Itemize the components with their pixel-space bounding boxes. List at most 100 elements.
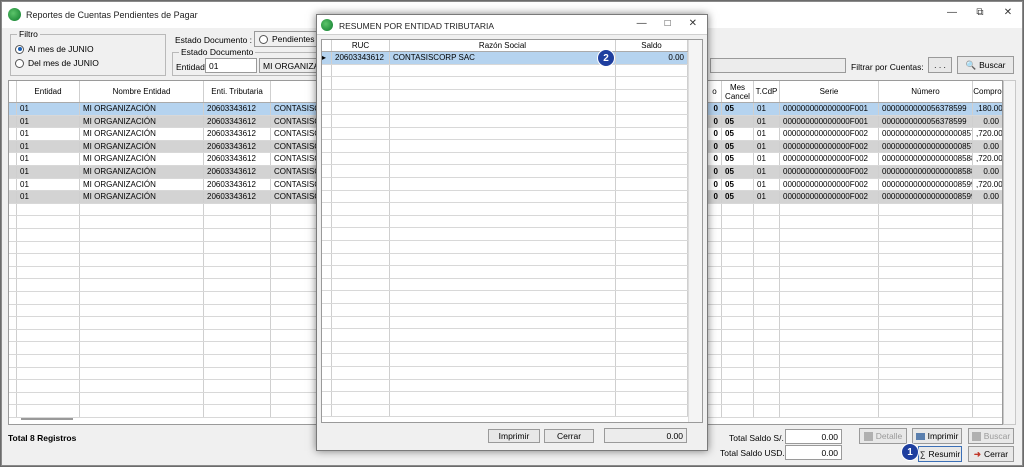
table-row[interactable]: 01MI ORGANIZACIÓN20603343612CONTASISCO [9, 140, 318, 154]
col-compro[interactable]: Compro [973, 81, 1002, 102]
entidad-name-input[interactable]: MI ORGANIZAC [259, 58, 321, 73]
col-razon[interactable] [271, 81, 318, 102]
table-cell: MI ORGANIZACIÓN [80, 166, 204, 178]
empty-row [322, 178, 688, 191]
table-row[interactable]: 0 05 01 000000000000000F001 0000000000056378… [708, 115, 1002, 129]
table-cell: 01 [754, 103, 780, 115]
empty-cell [322, 178, 332, 190]
empty-cell [322, 115, 332, 127]
modal-imprimir-button[interactable]: Imprimir [488, 429, 540, 443]
col-nombre-entidad[interactable]: Nombre Entidad [80, 81, 204, 102]
table-cell: CONTASISCO [271, 179, 318, 191]
table-row[interactable]: 01MI ORGANIZACIÓN20603343612CONTASISCO [9, 153, 318, 166]
empty-cell [271, 380, 318, 392]
modal-minimize-button[interactable]: — [637, 18, 647, 29]
empty-cell [17, 355, 80, 367]
empty-row [708, 405, 1002, 418]
table-row[interactable]: 0 05 01 000000000000000F002 0000000000000000… [708, 166, 1002, 179]
table-row[interactable]: 0 05 01 000000000000000F002 0000000000000000… [708, 178, 1002, 192]
table-row[interactable]: 0 05 01 000000000000000F001 0000000000056378… [708, 103, 1002, 116]
radio-del-mes[interactable]: Del mes de JUNIO [15, 58, 99, 68]
radio-dot[interactable] [15, 58, 24, 68]
vertical-scrollbar[interactable] [1003, 80, 1016, 425]
modal-vertical-scrollbar[interactable] [688, 40, 702, 422]
restore-button[interactable]: ⧉ [974, 7, 986, 18]
table-row[interactable]: 01MI ORGANIZACIÓN20603343612CONTASISCO [9, 103, 318, 116]
modal-total-value: 0.00 [604, 428, 687, 443]
empty-cell [322, 379, 332, 392]
col-numero[interactable]: Número [879, 81, 973, 102]
empty-cell [780, 367, 879, 380]
empty-cell [616, 278, 688, 291]
empty-cell [708, 279, 722, 291]
col-serie[interactable]: Serie [780, 81, 879, 102]
empty-row [322, 404, 688, 418]
table-row[interactable]: 01MI ORGANIZACIÓN20603343612CONTASISCO [9, 178, 318, 192]
table-row[interactable]: 0 05 01 000000000000000F002 0000000000000000… [708, 128, 1002, 141]
empty-row [322, 127, 688, 141]
radio-dot[interactable] [259, 34, 268, 44]
row-indicator [9, 115, 17, 128]
empty-cell [322, 266, 332, 278]
filtrar-cuentas-button[interactable]: . . . [928, 57, 952, 73]
empty-row [708, 229, 1002, 242]
table-row[interactable]: 01MI ORGANIZACIÓN20603343612CONTASISCO [9, 166, 318, 179]
table-row[interactable]: 0 05 01 000000000000000F002 0000000000000000… [708, 153, 1002, 166]
table-cell: 01 [754, 166, 780, 178]
empty-cell [390, 354, 616, 366]
horizontal-scrollbar[interactable] [21, 418, 73, 420]
table-row[interactable]: 01MI ORGANIZACIÓN20603343612CONTASISCO [9, 128, 318, 141]
buscar-top-button[interactable]: 🔍 Buscar [957, 56, 1014, 74]
empty-cell [322, 304, 332, 316]
modal-maximize-button[interactable]: □ [665, 18, 671, 29]
radio-al-mes[interactable]: Al mes de JUNIO [15, 44, 94, 54]
empty-row [708, 241, 1002, 255]
cerrar-button[interactable]: ➜ Cerrar [968, 446, 1014, 462]
empty-row [322, 152, 688, 166]
table-cell: 05 [722, 178, 754, 191]
table-row[interactable]: 01MI ORGANIZACIÓN20603343612CONTASISCO [9, 115, 318, 129]
minimize-button[interactable]: — [946, 7, 958, 18]
table-cell: 05 [722, 128, 754, 140]
buscar-bottom-button[interactable]: Buscar [968, 428, 1014, 444]
table-row[interactable]: 0 05 01 000000000000000F002 0000000000000000… [708, 191, 1002, 204]
table-cell: 000000000000000000857 [879, 128, 973, 140]
col-entidad[interactable]: Entidad [17, 81, 80, 102]
empty-cell [271, 242, 318, 254]
empty-cell [271, 216, 318, 228]
col-saldo[interactable]: Saldo [616, 40, 688, 51]
empty-cell [80, 241, 204, 254]
resumir-button[interactable]: ∑ Resumir [918, 446, 962, 462]
table-cell: CONTASISCORP SAC [390, 52, 616, 64]
table-row[interactable]: 0 05 01 000000000000000F002 0000000000000000… [708, 140, 1002, 154]
col-mes-cancel[interactable]: Mes Cancel [722, 81, 754, 102]
col-tcdp[interactable]: T.CdP [754, 81, 780, 102]
empty-cell [322, 392, 332, 404]
entidad-code-input[interactable]: 01 [205, 58, 257, 73]
empty-cell [708, 254, 722, 266]
empty-row [322, 253, 688, 267]
empty-cell [722, 266, 754, 279]
col-o[interactable]: o [708, 81, 722, 102]
close-button[interactable]: ✕ [1002, 7, 1014, 18]
app-logo-icon [321, 19, 333, 31]
table-cell: 000000000000000F002 [780, 191, 879, 203]
table-row[interactable]: ▸ 20603343612 CONTASISCORP SAC 0.00 [322, 52, 688, 65]
table-cell: 000000000000000F002 [780, 153, 879, 165]
detalle-button[interactable]: Detalle [859, 428, 907, 444]
col-ruc[interactable]: RUC [332, 40, 390, 51]
radio-pendientes[interactable]: Pendientes [254, 31, 320, 47]
empty-cell [708, 203, 722, 216]
modal-cerrar-button[interactable]: Cerrar [544, 429, 594, 443]
empty-row [708, 266, 1002, 280]
table-cell: 0.00 [973, 141, 1002, 153]
table-row[interactable]: 01MI ORGANIZACIÓN20603343612CONTASISCO [9, 191, 318, 204]
radio-dot-selected[interactable] [15, 44, 24, 54]
col-enti-tributaria[interactable]: Enti. Tributaria [204, 81, 271, 102]
exit-icon: ➜ [973, 448, 982, 459]
col-razon-social[interactable]: Razón Social [390, 40, 616, 51]
modal-close-button[interactable]: ✕ [689, 18, 697, 29]
imprimir-button[interactable]: Imprimir [912, 428, 962, 444]
table-cell: 01 [754, 191, 780, 203]
empty-cell [322, 64, 332, 77]
